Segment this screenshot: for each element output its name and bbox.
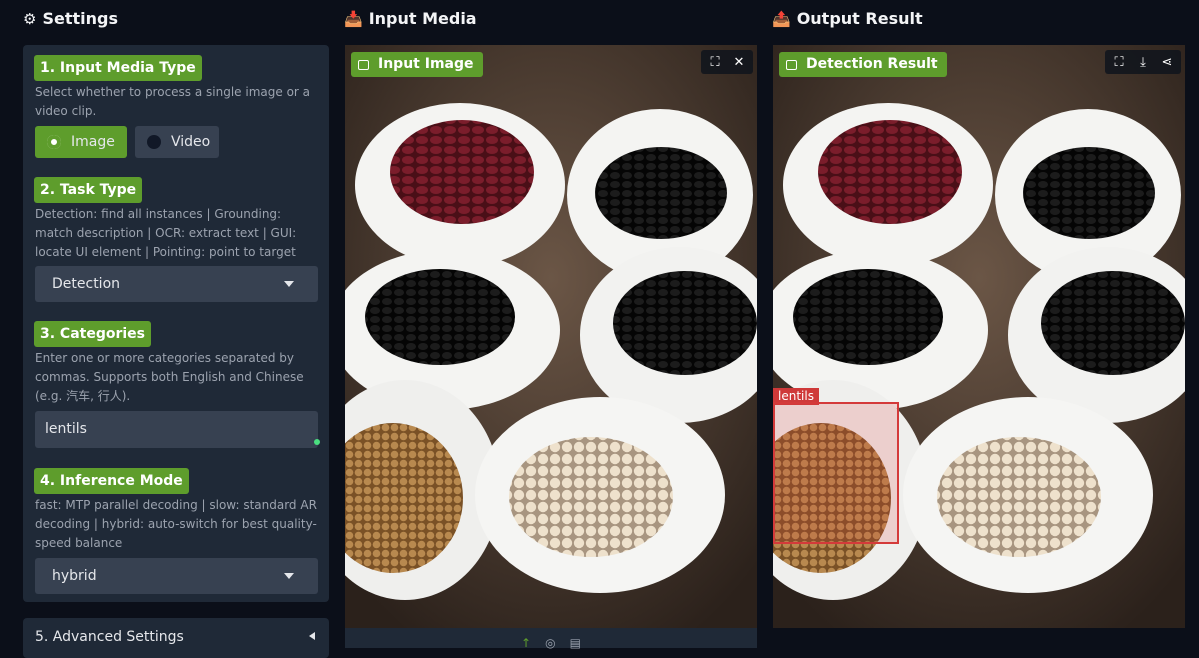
- radio-image[interactable]: Image: [35, 126, 127, 158]
- clipboard-icon[interactable]: ▤: [570, 636, 581, 650]
- output-result-title: 📤 Output Result: [772, 9, 923, 28]
- categories-input[interactable]: lentils: [35, 411, 320, 448]
- settings-title: ⚙ Settings: [23, 9, 118, 28]
- output-image-panel[interactable]: lentils Detection Result ⛶ ⤓ ⋖: [773, 45, 1185, 628]
- settings-panel: 1. Input Media Type Select whether to pr…: [23, 45, 329, 602]
- gear-icon: ⚙: [23, 9, 37, 28]
- share-icon[interactable]: ⋖: [1157, 55, 1177, 70]
- detection-box: [773, 402, 899, 544]
- input-image-panel[interactable]: Input Image ⛶ ✕: [345, 45, 757, 628]
- input-source-bar: ↑ ◎ ▤: [345, 628, 757, 650]
- categories-label: 3. Categories: [34, 321, 152, 347]
- upload-icon[interactable]: ↑: [521, 636, 531, 650]
- status-dot: [314, 439, 320, 445]
- detection-result-badge: Detection Result: [779, 52, 947, 77]
- input-media-title: 📥 Input Media: [344, 9, 477, 28]
- task-type-description: Detection: find all instances | Groundin…: [35, 207, 297, 259]
- media-type-description: Select whether to process a single image…: [35, 85, 311, 118]
- output-toolbar: ⛶ ⤓ ⋖: [1105, 50, 1181, 74]
- radio-video[interactable]: Video: [135, 126, 219, 158]
- input-toolbar: ⛶ ✕: [701, 50, 753, 74]
- download-icon[interactable]: ⤓: [1133, 55, 1153, 70]
- outbox-tray-icon: 📤: [772, 9, 791, 28]
- webcam-icon[interactable]: ◎: [545, 636, 555, 650]
- task-type-label: 2. Task Type: [34, 177, 143, 203]
- radio-selected-icon: [47, 135, 61, 149]
- image-icon: [786, 59, 797, 70]
- task-type-dropdown[interactable]: Detection: [35, 266, 318, 302]
- collapse-triangle-icon: [309, 632, 315, 640]
- chevron-down-icon: [284, 281, 294, 287]
- input-image: [345, 45, 757, 628]
- input-image-badge: Input Image: [351, 52, 483, 77]
- fullscreen-icon[interactable]: ⛶: [705, 55, 725, 70]
- categories-description: Enter one or more categories separated b…: [35, 351, 304, 403]
- inference-mode-description: fast: MTP parallel decoding | slow: stan…: [35, 498, 317, 550]
- radio-unselected-icon: [147, 135, 161, 149]
- image-icon: [358, 59, 369, 70]
- media-type-label: 1. Input Media Type: [34, 55, 202, 81]
- inbox-tray-icon: 📥: [344, 9, 363, 28]
- fullscreen-icon[interactable]: ⛶: [1109, 55, 1129, 70]
- advanced-settings-accordion[interactable]: 5. Advanced Settings: [23, 618, 329, 658]
- close-icon[interactable]: ✕: [729, 55, 749, 70]
- inference-mode-label: 4. Inference Mode: [34, 468, 189, 494]
- inference-mode-dropdown[interactable]: hybrid: [35, 558, 318, 594]
- chevron-down-icon: [284, 573, 294, 579]
